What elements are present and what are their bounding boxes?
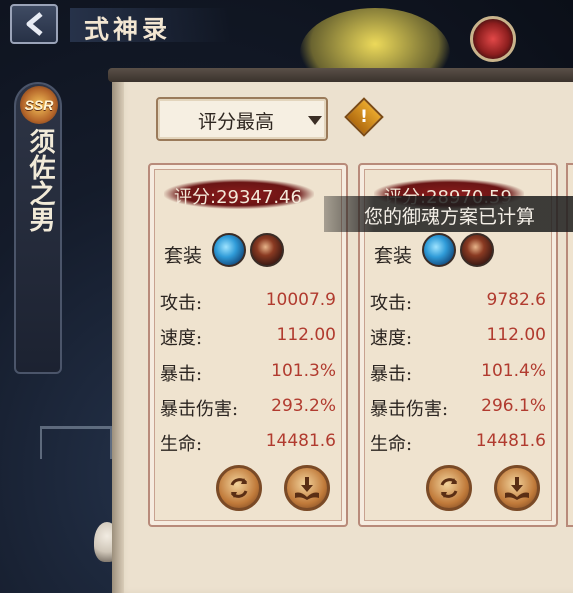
equip-icon <box>505 477 529 500</box>
stat-label: 攻击: <box>160 293 203 314</box>
bridge-decoration <box>40 426 112 459</box>
stat-row-hp: 生命: 14481.6 <box>160 430 336 460</box>
stat-row-crit: 暴击: 101.3% <box>160 360 336 390</box>
stat-value: 101.4% <box>481 361 546 381</box>
blue-soul-icon[interactable] <box>212 233 246 267</box>
stat-row-hp: 生命: 14481.6 <box>370 430 546 460</box>
stat-value: 14481.6 <box>265 431 336 451</box>
stat-value: 296.1% <box>481 396 546 416</box>
stat-row-crit: 暴击: 101.4% <box>370 360 546 390</box>
stat-value: 293.2% <box>271 396 336 416</box>
stat-label: 生命: <box>160 434 203 455</box>
rarity-badge: SSR <box>20 86 58 124</box>
stat-row-speed: 速度: 112.00 <box>160 324 336 354</box>
set-label: 套装 <box>374 245 413 267</box>
chevron-down-icon <box>308 116 322 125</box>
stat-label: 暴击伤害: <box>370 399 449 420</box>
stat-label: 暴击: <box>160 364 203 385</box>
replace-icon <box>230 478 248 498</box>
back-arrow-icon <box>26 12 43 36</box>
replace-button[interactable] <box>426 465 472 511</box>
shikigami-name: 须佐之男 <box>25 128 55 232</box>
equip-button[interactable] <box>494 465 540 511</box>
replace-button[interactable] <box>216 465 262 511</box>
stat-row-crit-damage: 暴击伤害: 293.2% <box>160 395 336 425</box>
title-bar: 式神录 <box>70 8 230 44</box>
shikigami-nameplate: SSR 须佐之男 <box>14 82 62 374</box>
lantern-ornament-icon <box>470 16 516 62</box>
set-label: 套装 <box>164 245 203 267</box>
panel-scroll-rod <box>108 68 573 82</box>
dark-soul-icon[interactable] <box>250 233 284 267</box>
stat-label: 暴击: <box>370 364 413 385</box>
stat-label: 速度: <box>370 328 413 349</box>
stat-value: 10007.9 <box>265 290 336 310</box>
back-button[interactable] <box>10 4 58 44</box>
equip-button[interactable] <box>284 465 330 511</box>
sort-dropdown-value: 评分最高 <box>198 111 275 133</box>
stat-value: 14481.6 <box>475 431 546 451</box>
stat-row-crit-damage: 暴击伤害: 296.1% <box>370 395 546 425</box>
stat-label: 攻击: <box>370 293 413 314</box>
toast-notification: 您的御魂方案已计算 <box>324 196 573 232</box>
soul-plan-card: 评分:29347.46 套装 攻击: 10007.9 速度: 112.00 暴击… <box>148 163 348 527</box>
toast-message: 您的御魂方案已计算 <box>364 206 536 228</box>
panel-scroll-edge <box>112 78 124 593</box>
stat-value: 101.3% <box>271 361 336 381</box>
stat-row-attack: 攻击: 9782.6 <box>370 289 546 319</box>
score-banner: 评分:29347.46 <box>164 179 314 209</box>
equip-icon <box>295 477 319 500</box>
stat-value: 112.00 <box>486 325 546 345</box>
sort-dropdown[interactable]: 评分最高 <box>156 97 328 141</box>
stat-value: 9782.6 <box>486 290 546 310</box>
stat-label: 生命: <box>370 434 413 455</box>
exclamation-glyph: ! <box>360 107 368 127</box>
score-value: 评分:29347.46 <box>174 187 302 208</box>
replace-icon <box>440 478 458 498</box>
stat-label: 暴击伤害: <box>160 399 239 420</box>
stat-value: 112.00 <box>276 325 336 345</box>
blue-soul-icon[interactable] <box>422 233 456 267</box>
dark-soul-icon[interactable] <box>460 233 494 267</box>
stat-row-speed: 速度: 112.00 <box>370 324 546 354</box>
stat-label: 速度: <box>160 328 203 349</box>
page-title: 式神录 <box>84 15 172 44</box>
stat-row-attack: 攻击: 10007.9 <box>160 289 336 319</box>
